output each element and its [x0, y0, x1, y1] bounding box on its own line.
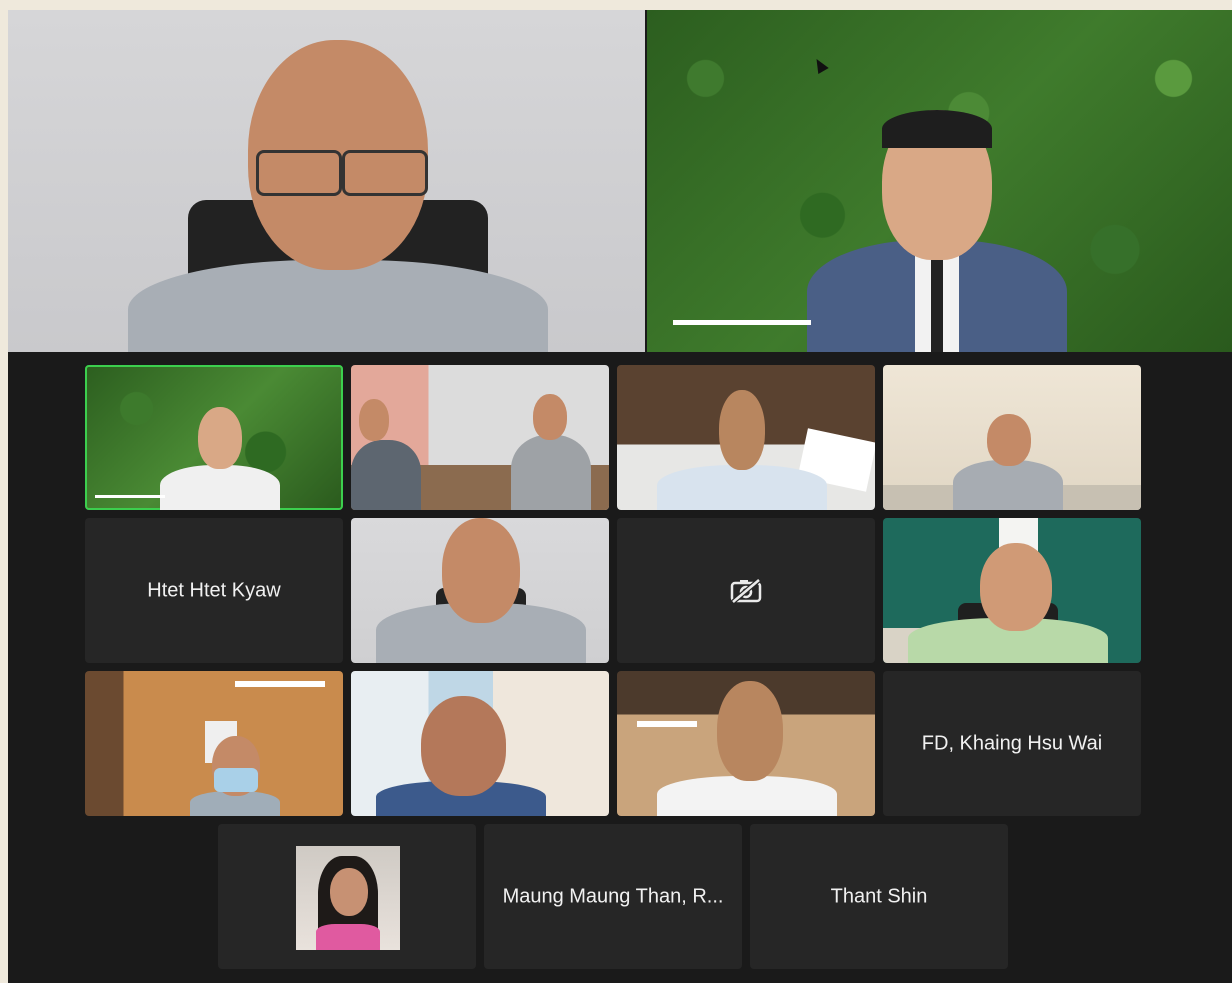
participant-video — [807, 110, 1067, 352]
participant-name: Htet Htet Kyaw — [147, 579, 281, 601]
video-tile[interactable] — [351, 365, 609, 510]
speaker-video-tile-1[interactable] — [8, 10, 645, 352]
video-tile[interactable] — [617, 365, 875, 510]
video-camera-off-icon — [730, 577, 762, 604]
video-tile[interactable] — [351, 518, 609, 663]
participant-video — [128, 30, 548, 352]
speaker-video-tile-2[interactable] — [647, 10, 1232, 352]
video-tile[interactable] — [883, 518, 1141, 663]
participant-tile[interactable]: Thant Shin — [750, 824, 1008, 969]
participant-tile[interactable]: FD, Khaing Hsu Wai — [883, 671, 1141, 816]
participant-tile[interactable]: Maung Maung Than, R... — [484, 824, 742, 969]
participant-video — [160, 405, 280, 510]
meeting-window: Htet Htet Kyaw FD, Khaing Hsu Wai Maung … — [8, 10, 1232, 983]
participant-video — [908, 543, 1108, 663]
participant-video — [953, 410, 1063, 510]
participant-name: Thant Shin — [830, 885, 928, 907]
participant-video — [351, 395, 421, 510]
participant-video — [657, 390, 827, 510]
participant-video — [657, 681, 837, 816]
participant-video — [190, 736, 280, 816]
video-tile[interactable] — [351, 671, 609, 816]
profile-picture — [296, 846, 400, 950]
video-tile[interactable] — [85, 671, 343, 816]
participant-tile[interactable] — [218, 824, 476, 969]
participant-video — [511, 390, 591, 510]
speaker-indicator-bar — [673, 320, 811, 325]
participant-name: Maung Maung Than, R... — [502, 885, 724, 907]
participant-tile[interactable] — [617, 518, 875, 663]
participant-tile[interactable]: Htet Htet Kyaw — [85, 518, 343, 663]
video-tile[interactable] — [85, 365, 343, 510]
participant-name: FD, Khaing Hsu Wai — [921, 732, 1103, 754]
video-tile[interactable] — [883, 365, 1141, 510]
participant-video — [376, 696, 546, 816]
video-tile[interactable] — [617, 671, 875, 816]
participant-video — [376, 518, 586, 663]
speaker-indicator-bar — [95, 495, 165, 498]
